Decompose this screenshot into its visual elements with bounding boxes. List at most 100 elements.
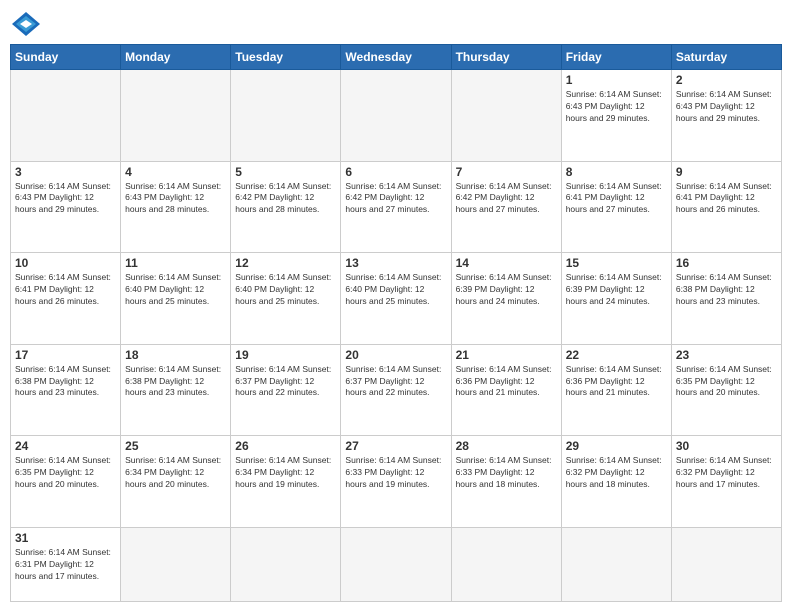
day-info: Sunrise: 6:14 AM Sunset: 6:37 PM Dayligh… bbox=[345, 364, 446, 400]
day-number: 28 bbox=[456, 439, 557, 453]
calendar-cell: 30 Sunrise: 6:14 AM Sunset: 6:32 PM Dayli… bbox=[671, 436, 781, 528]
calendar-cell: 19 Sunrise: 6:14 AM Sunset: 6:37 PM Dayli… bbox=[231, 344, 341, 436]
calendar-cell bbox=[561, 527, 671, 601]
calendar-cell bbox=[231, 527, 341, 601]
day-info: Sunrise: 6:14 AM Sunset: 6:32 PM Dayligh… bbox=[676, 455, 777, 491]
col-friday: Friday bbox=[561, 45, 671, 70]
calendar-cell bbox=[121, 527, 231, 601]
calendar-cell: 10 Sunrise: 6:14 AM Sunset: 6:41 PM Dayli… bbox=[11, 253, 121, 345]
day-number: 8 bbox=[566, 165, 667, 179]
calendar-cell bbox=[11, 70, 121, 162]
day-number: 24 bbox=[15, 439, 116, 453]
day-number: 13 bbox=[345, 256, 446, 270]
day-number: 2 bbox=[676, 73, 777, 87]
calendar-cell: 22 Sunrise: 6:14 AM Sunset: 6:36 PM Dayli… bbox=[561, 344, 671, 436]
calendar-cell: 5Sunrise: 6:14 AM Sunset: 6:42 PM Daylig… bbox=[231, 161, 341, 253]
day-number: 10 bbox=[15, 256, 116, 270]
calendar-cell bbox=[451, 527, 561, 601]
day-number: 6 bbox=[345, 165, 446, 179]
page: Sunday Monday Tuesday Wednesday Thursday… bbox=[0, 0, 792, 612]
calendar-cell bbox=[121, 70, 231, 162]
calendar-cell: 24 Sunrise: 6:14 AM Sunset: 6:35 PM Dayli… bbox=[11, 436, 121, 528]
calendar-cell bbox=[671, 527, 781, 601]
day-number: 20 bbox=[345, 348, 446, 362]
calendar-cell: 3Sunrise: 6:14 AM Sunset: 6:43 PM Daylig… bbox=[11, 161, 121, 253]
day-info: Sunrise: 6:14 AM Sunset: 6:40 PM Dayligh… bbox=[235, 272, 336, 308]
day-info: Sunrise: 6:14 AM Sunset: 6:33 PM Dayligh… bbox=[345, 455, 446, 491]
calendar-cell: 21Sunrise: 6:14 AM Sunset: 6:36 PM Dayli… bbox=[451, 344, 561, 436]
day-info: Sunrise: 6:14 AM Sunset: 6:34 PM Dayligh… bbox=[235, 455, 336, 491]
day-number: 15 bbox=[566, 256, 667, 270]
calendar-cell bbox=[451, 70, 561, 162]
day-number: 31 bbox=[15, 531, 116, 545]
day-info: Sunrise: 6:14 AM Sunset: 6:41 PM Dayligh… bbox=[566, 181, 667, 217]
day-info: Sunrise: 6:14 AM Sunset: 6:39 PM Dayligh… bbox=[456, 272, 557, 308]
col-thursday: Thursday bbox=[451, 45, 561, 70]
col-sunday: Sunday bbox=[11, 45, 121, 70]
col-tuesday: Tuesday bbox=[231, 45, 341, 70]
day-info: Sunrise: 6:14 AM Sunset: 6:34 PM Dayligh… bbox=[125, 455, 226, 491]
day-info: Sunrise: 6:14 AM Sunset: 6:32 PM Dayligh… bbox=[566, 455, 667, 491]
day-info: Sunrise: 6:14 AM Sunset: 6:42 PM Dayligh… bbox=[345, 181, 446, 217]
day-info: Sunrise: 6:14 AM Sunset: 6:36 PM Dayligh… bbox=[566, 364, 667, 400]
day-number: 26 bbox=[235, 439, 336, 453]
calendar-cell: 27 Sunrise: 6:14 AM Sunset: 6:33 PM Dayli… bbox=[341, 436, 451, 528]
day-info: Sunrise: 6:14 AM Sunset: 6:35 PM Dayligh… bbox=[15, 455, 116, 491]
col-monday: Monday bbox=[121, 45, 231, 70]
calendar-cell: 2 Sunrise: 6:14 AM Sunset: 6:43 PM Daylig… bbox=[671, 70, 781, 162]
day-number: 16 bbox=[676, 256, 777, 270]
calendar-cell bbox=[231, 70, 341, 162]
day-number: 29 bbox=[566, 439, 667, 453]
day-number: 1 bbox=[566, 73, 667, 87]
day-info: Sunrise: 6:14 AM Sunset: 6:38 PM Dayligh… bbox=[15, 364, 116, 400]
calendar-cell: 26 Sunrise: 6:14 AM Sunset: 6:34 PM Dayli… bbox=[231, 436, 341, 528]
day-number: 25 bbox=[125, 439, 226, 453]
calendar-cell: 31 Sunrise: 6:14 AM Sunset: 6:31 PM Dayli… bbox=[11, 527, 121, 601]
col-saturday: Saturday bbox=[671, 45, 781, 70]
calendar-cell: 11 Sunrise: 6:14 AM Sunset: 6:40 PM Dayli… bbox=[121, 253, 231, 345]
calendar-cell: 12 Sunrise: 6:14 AM Sunset: 6:40 PM Dayli… bbox=[231, 253, 341, 345]
header bbox=[10, 10, 782, 38]
calendar-header-row: Sunday Monday Tuesday Wednesday Thursday… bbox=[11, 45, 782, 70]
day-info: Sunrise: 6:14 AM Sunset: 6:40 PM Dayligh… bbox=[125, 272, 226, 308]
calendar-cell: 8 Sunrise: 6:14 AM Sunset: 6:41 PM Daylig… bbox=[561, 161, 671, 253]
calendar-cell: 1 Sunrise: 6:14 AM Sunset: 6:43 PM Daylig… bbox=[561, 70, 671, 162]
day-number: 18 bbox=[125, 348, 226, 362]
generalblue-icon bbox=[10, 10, 42, 38]
day-number: 17 bbox=[15, 348, 116, 362]
day-number: 3 bbox=[15, 165, 116, 179]
calendar-table: Sunday Monday Tuesday Wednesday Thursday… bbox=[10, 44, 782, 602]
day-number: 11 bbox=[125, 256, 226, 270]
day-info: Sunrise: 6:14 AM Sunset: 6:31 PM Dayligh… bbox=[15, 547, 116, 583]
day-info: Sunrise: 6:14 AM Sunset: 6:38 PM Dayligh… bbox=[125, 364, 226, 400]
day-info: Sunrise: 6:14 AM Sunset: 6:40 PM Dayligh… bbox=[345, 272, 446, 308]
day-info: Sunrise: 6:14 AM Sunset: 6:35 PM Dayligh… bbox=[676, 364, 777, 400]
day-number: 9 bbox=[676, 165, 777, 179]
calendar-cell bbox=[341, 70, 451, 162]
calendar-cell: 15 Sunrise: 6:14 AM Sunset: 6:39 PM Dayli… bbox=[561, 253, 671, 345]
calendar-cell: 4Sunrise: 6:14 AM Sunset: 6:43 PM Daylig… bbox=[121, 161, 231, 253]
calendar-cell: 9 Sunrise: 6:14 AM Sunset: 6:41 PM Daylig… bbox=[671, 161, 781, 253]
day-info: Sunrise: 6:14 AM Sunset: 6:42 PM Dayligh… bbox=[456, 181, 557, 217]
day-number: 12 bbox=[235, 256, 336, 270]
day-info: Sunrise: 6:14 AM Sunset: 6:41 PM Dayligh… bbox=[15, 272, 116, 308]
day-number: 22 bbox=[566, 348, 667, 362]
calendar-cell: 14Sunrise: 6:14 AM Sunset: 6:39 PM Dayli… bbox=[451, 253, 561, 345]
calendar-cell: 20 Sunrise: 6:14 AM Sunset: 6:37 PM Dayli… bbox=[341, 344, 451, 436]
calendar-cell: 28 Sunrise: 6:14 AM Sunset: 6:33 PM Dayli… bbox=[451, 436, 561, 528]
day-info: Sunrise: 6:14 AM Sunset: 6:43 PM Dayligh… bbox=[566, 89, 667, 125]
calendar-cell: 13 Sunrise: 6:14 AM Sunset: 6:40 PM Dayli… bbox=[341, 253, 451, 345]
calendar-cell: 23Sunrise: 6:14 AM Sunset: 6:35 PM Dayli… bbox=[671, 344, 781, 436]
day-number: 19 bbox=[235, 348, 336, 362]
logo bbox=[10, 10, 46, 38]
day-info: Sunrise: 6:14 AM Sunset: 6:39 PM Dayligh… bbox=[566, 272, 667, 308]
calendar-cell bbox=[341, 527, 451, 601]
day-number: 4 bbox=[125, 165, 226, 179]
day-info: Sunrise: 6:14 AM Sunset: 6:43 PM Dayligh… bbox=[676, 89, 777, 125]
day-info: Sunrise: 6:14 AM Sunset: 6:42 PM Dayligh… bbox=[235, 181, 336, 217]
day-info: Sunrise: 6:14 AM Sunset: 6:37 PM Dayligh… bbox=[235, 364, 336, 400]
day-number: 27 bbox=[345, 439, 446, 453]
day-info: Sunrise: 6:14 AM Sunset: 6:41 PM Dayligh… bbox=[676, 181, 777, 217]
day-info: Sunrise: 6:14 AM Sunset: 6:33 PM Dayligh… bbox=[456, 455, 557, 491]
day-number: 30 bbox=[676, 439, 777, 453]
